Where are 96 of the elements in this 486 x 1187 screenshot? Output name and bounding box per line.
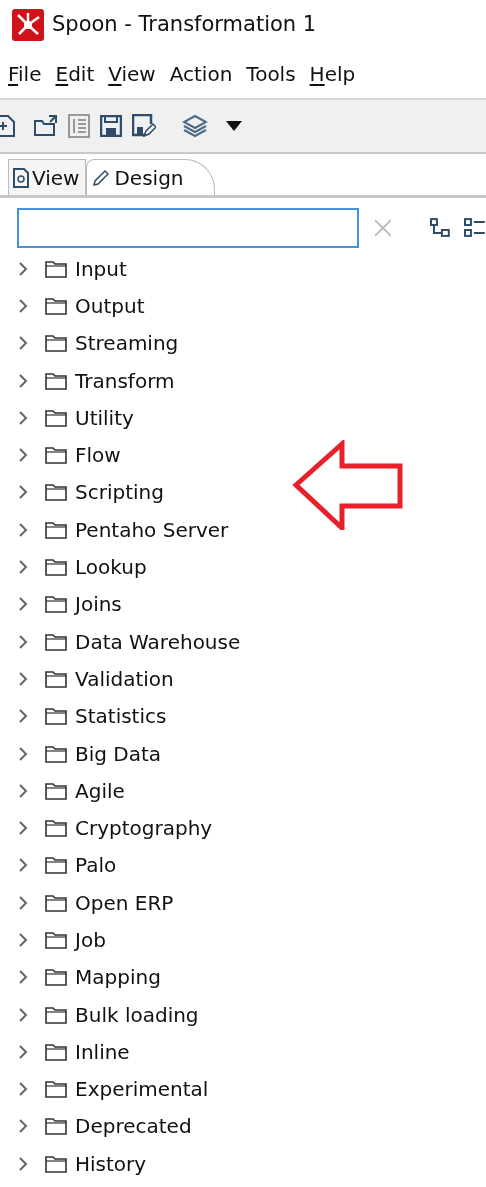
- tree-item[interactable]: Transform: [75, 365, 175, 396]
- collapsed-chevron-icon[interactable]: [17, 335, 29, 352]
- folder-icon: [45, 408, 67, 427]
- tree-item[interactable]: Flow: [75, 440, 121, 471]
- tree-item[interactable]: Data Warehouse: [75, 626, 241, 657]
- collapsed-chevron-icon[interactable]: [17, 633, 29, 650]
- collapsed-chevron-icon[interactable]: [17, 820, 29, 837]
- collapsed-chevron-icon[interactable]: [17, 447, 29, 464]
- menu-item[interactable]: File: [8, 59, 42, 89]
- tree-item[interactable]: Joins: [75, 589, 122, 620]
- folder-icon: [45, 296, 67, 315]
- folder-icon: [45, 334, 67, 353]
- collapsed-chevron-icon[interactable]: [17, 297, 29, 314]
- folder-icon: [45, 371, 67, 390]
- search-field[interactable]: [17, 208, 359, 248]
- tree-item[interactable]: Utility: [75, 402, 134, 433]
- tab[interactable]: Design: [86, 159, 215, 195]
- list-view-icon[interactable]: [464, 218, 486, 238]
- folder-icon: [45, 968, 67, 987]
- save-icon[interactable]: [100, 115, 122, 137]
- menu-item[interactable]: Tools: [246, 59, 296, 89]
- tree-item[interactable]: Palo: [75, 850, 117, 881]
- collapsed-chevron-icon[interactable]: [17, 409, 29, 426]
- menu-item[interactable]: Edit: [55, 59, 95, 89]
- folder-icon: [45, 1042, 67, 1061]
- collapsed-chevron-icon[interactable]: [17, 372, 29, 389]
- collapsed-chevron-icon[interactable]: [17, 260, 29, 277]
- folder-icon: [45, 483, 67, 502]
- folder-icon: [45, 1080, 67, 1099]
- collapsed-chevron-icon[interactable]: [17, 1081, 29, 1098]
- hierarchy-icon[interactable]: [430, 218, 451, 238]
- collapsed-chevron-icon[interactable]: [17, 670, 29, 687]
- folder-icon: [45, 707, 67, 726]
- tree-item[interactable]: Pentaho Server: [75, 514, 229, 545]
- collapsed-chevron-icon[interactable]: [17, 1006, 29, 1023]
- tree-item[interactable]: Validation: [75, 663, 174, 694]
- tree-item[interactable]: Statistics: [75, 701, 167, 732]
- folder-icon: [45, 931, 67, 949]
- tree-item[interactable]: Deprecated: [75, 1111, 192, 1142]
- tree-item[interactable]: Mapping: [75, 962, 161, 993]
- folder-icon: [45, 1117, 67, 1136]
- dropdown-caret-icon[interactable]: [226, 121, 242, 131]
- collapsed-chevron-icon[interactable]: [17, 559, 29, 575]
- tree-item[interactable]: History: [75, 1148, 147, 1179]
- tree-item[interactable]: Job: [75, 925, 106, 955]
- menu-item[interactable]: View: [108, 59, 156, 89]
- tree-item[interactable]: Scripting: [75, 477, 164, 508]
- folder-icon: [45, 520, 67, 539]
- folder-icon: [45, 856, 67, 875]
- folder-icon: [45, 744, 67, 763]
- window-title: Spoon - Transformation 1: [52, 11, 317, 39]
- folder-icon: [45, 632, 67, 651]
- collapsed-chevron-icon[interactable]: [17, 1043, 29, 1060]
- tree-item[interactable]: Bulk loading: [75, 999, 199, 1030]
- collapsed-chevron-icon[interactable]: [17, 745, 29, 762]
- tree-item[interactable]: Streaming: [75, 328, 179, 359]
- tree-item[interactable]: Open ERP: [75, 887, 174, 918]
- menu-item[interactable]: Action: [169, 59, 233, 89]
- folder-icon: [45, 1005, 67, 1024]
- folder-icon: [45, 558, 67, 576]
- tree-item[interactable]: Big Data: [75, 738, 162, 769]
- collapsed-chevron-icon[interactable]: [17, 894, 29, 911]
- layers-icon[interactable]: [182, 114, 208, 138]
- tree-item[interactable]: Lookup: [75, 552, 147, 582]
- tree-item[interactable]: Cryptography: [75, 813, 213, 844]
- collapsed-chevron-icon[interactable]: [17, 932, 29, 948]
- folder-icon: [45, 669, 67, 688]
- tree-item[interactable]: Output: [75, 290, 145, 321]
- collapsed-chevron-icon[interactable]: [17, 521, 29, 538]
- collapsed-chevron-icon[interactable]: [17, 596, 29, 613]
- pencil-icon: [91, 167, 112, 188]
- tree-item[interactable]: Inline: [75, 1036, 130, 1067]
- menu-item[interactable]: Help: [309, 59, 356, 89]
- open-folder-icon[interactable]: [34, 115, 58, 137]
- document-icon: [13, 167, 29, 188]
- folder-icon: [45, 781, 67, 800]
- collapsed-chevron-icon[interactable]: [17, 1118, 29, 1135]
- collapsed-chevron-icon[interactable]: [17, 969, 29, 986]
- folder-icon: [45, 595, 67, 614]
- tree-item[interactable]: Experimental: [75, 1074, 209, 1105]
- app-logo-icon: [12, 9, 44, 41]
- tree-item[interactable]: Agile: [75, 775, 125, 806]
- tree-item[interactable]: Input: [75, 253, 127, 284]
- folder-icon: [45, 259, 67, 278]
- folder-icon: [45, 446, 67, 465]
- collapsed-chevron-icon[interactable]: [17, 708, 29, 725]
- new-file-icon[interactable]: [0, 114, 16, 138]
- folder-icon: [45, 819, 67, 838]
- save-as-icon[interactable]: [132, 114, 156, 138]
- folder-icon: [45, 1154, 67, 1173]
- folder-icon: [45, 893, 67, 912]
- collapsed-chevron-icon[interactable]: [17, 484, 29, 501]
- collapsed-chevron-icon[interactable]: [17, 1155, 29, 1172]
- collapsed-chevron-icon[interactable]: [17, 782, 29, 799]
- collapsed-chevron-icon[interactable]: [17, 857, 29, 874]
- tab[interactable]: View: [8, 159, 87, 195]
